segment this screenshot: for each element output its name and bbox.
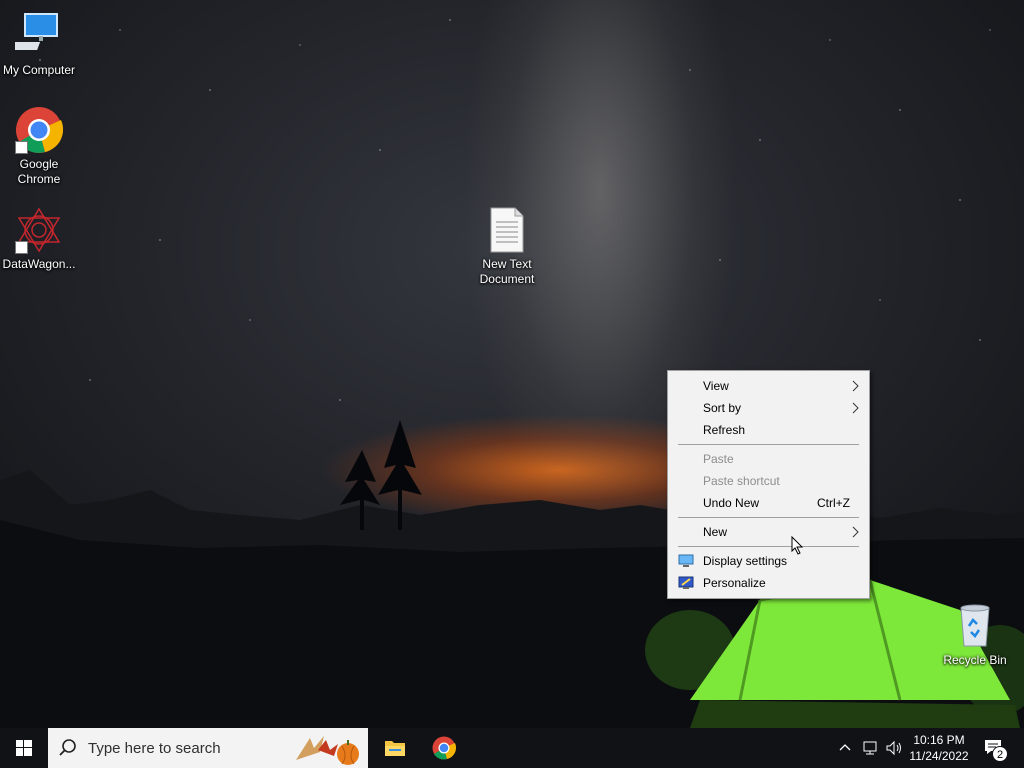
menu-item-view[interactable]: View — [670, 375, 867, 397]
chevron-up-icon — [839, 744, 851, 751]
menu-item-paste[interactable]: Paste — [670, 448, 867, 470]
desktop-icon-google-chrome[interactable]: Google Chrome — [1, 106, 77, 187]
recycle-bin-icon — [951, 602, 999, 650]
taskbar: Type here to search 10:16 PM 11/24/2022 … — [0, 728, 1024, 768]
start-button[interactable] — [0, 728, 48, 768]
shortcut-arrow-icon — [15, 141, 28, 154]
menu-item-shortcut: Ctrl+Z — [817, 496, 850, 510]
desktop-wallpaper[interactable] — [0, 0, 1024, 728]
desktop-icon-recycle-bin[interactable]: Recycle Bin — [937, 602, 1013, 668]
network-status-button[interactable] — [862, 728, 880, 768]
notification-count-badge: 2 — [992, 746, 1008, 762]
windows-logo-icon — [16, 740, 32, 756]
clock-time: 10:16 PM — [913, 733, 965, 747]
chevron-right-icon — [852, 526, 860, 541]
menu-item-paste-shortcut[interactable]: Paste shortcut — [670, 470, 867, 492]
notification-center-button[interactable]: 2 — [978, 728, 1024, 768]
network-icon — [863, 741, 877, 755]
chrome-icon — [432, 736, 456, 760]
show-hidden-icons-button[interactable] — [838, 728, 852, 768]
display-settings-icon — [678, 554, 694, 571]
mouse-cursor-icon — [791, 536, 804, 555]
chrome-icon — [15, 106, 64, 154]
desktop-context-menu: View Sort by Refresh Paste Paste shortcu… — [667, 370, 870, 599]
folder-icon — [385, 741, 405, 756]
menu-item-display-settings[interactable]: Display settings — [670, 550, 867, 572]
desktop-icon-label: New Text Document — [479, 257, 535, 286]
desktop-icon-label: My Computer — [2, 63, 76, 77]
search-icon — [58, 738, 78, 761]
desktop-icon-label: Recycle Bin — [943, 653, 1007, 667]
clock-date: 11/24/2022 — [909, 749, 969, 763]
search-placeholder: Type here to search — [88, 740, 221, 757]
menu-separator — [678, 517, 859, 518]
taskbar-google-chrome[interactable] — [420, 728, 468, 768]
desktop-icon-my-computer[interactable]: My Computer — [1, 12, 77, 78]
chevron-right-icon — [852, 380, 860, 395]
speaker-icon — [886, 740, 901, 756]
desktop-icon-new-text-document[interactable]: New Text Document — [469, 206, 545, 287]
desktop-icon-label: Google Chrome — [17, 157, 61, 186]
datawagon-icon — [15, 206, 63, 254]
menu-item-personalize[interactable]: Personalize — [670, 572, 867, 594]
desktop-icon-datawagon[interactable]: DataWagon... — [1, 206, 77, 272]
personalize-icon — [678, 576, 694, 593]
wallpaper-landscape — [0, 420, 1024, 728]
menu-separator — [678, 444, 859, 445]
menu-item-new[interactable]: New — [670, 521, 867, 543]
desktop-icon-label: DataWagon... — [2, 257, 76, 271]
autumn-leaves-pumpkin-icon — [290, 730, 366, 768]
monitor-icon — [7, 12, 63, 60]
shortcut-arrow-icon — [15, 241, 28, 254]
menu-separator — [678, 546, 859, 547]
taskbar-search-box[interactable]: Type here to search — [48, 728, 368, 768]
text-document-icon — [483, 206, 531, 254]
taskbar-clock[interactable]: 10:16 PM 11/24/2022 — [904, 732, 974, 764]
menu-item-refresh[interactable]: Refresh — [670, 419, 867, 441]
taskbar-file-explorer[interactable] — [371, 728, 419, 768]
menu-item-undo-new[interactable]: Undo New Ctrl+Z — [670, 492, 867, 514]
menu-item-sort-by[interactable]: Sort by — [670, 397, 867, 419]
chevron-right-icon — [852, 402, 860, 417]
volume-button[interactable] — [885, 728, 903, 768]
